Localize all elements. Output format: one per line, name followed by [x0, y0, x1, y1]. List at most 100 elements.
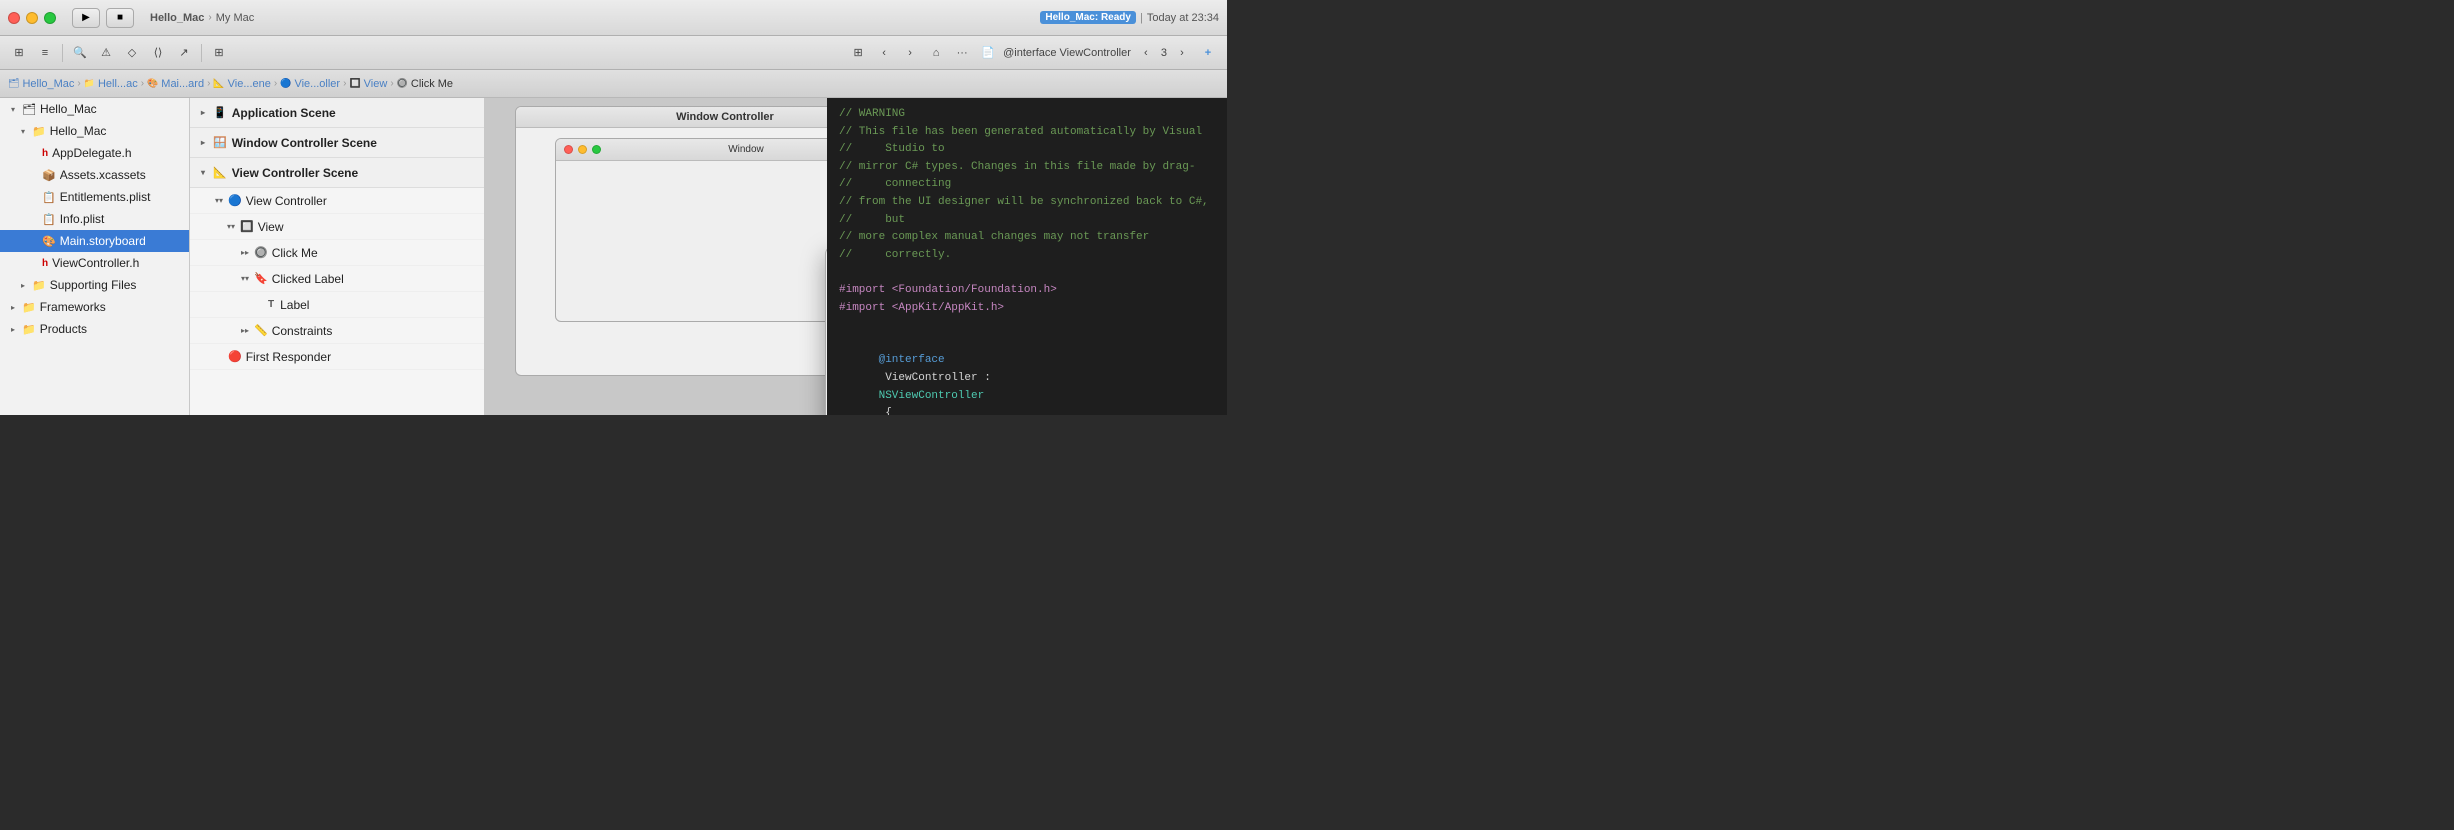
nav-prev-btn[interactable]: ‹ — [1135, 42, 1157, 64]
minimize-button[interactable] — [26, 12, 38, 24]
bc-label-0: Hello_Mac — [22, 78, 74, 90]
bc-clickme[interactable]: 🔘 Click Me — [397, 78, 453, 90]
bc-vieoller[interactable]: 🔵 Vie...oller — [280, 78, 340, 90]
maximize-button[interactable] — [44, 12, 56, 24]
scene-application[interactable]: 📱 Application Scene — [190, 98, 484, 128]
traffic-lights — [8, 12, 56, 24]
bc-maiard[interactable]: 🎨 Mai...ard — [147, 78, 204, 90]
code-line-5: // from the UI designer will be synchron… — [839, 194, 1215, 212]
supporting-files-icon: 📁 — [32, 279, 46, 292]
sidebar-item-frameworks[interactable]: 📁 Frameworks — [0, 296, 189, 318]
sidebar-item-viewcontroller-h[interactable]: h ViewController.h — [0, 252, 189, 274]
disclosure-products[interactable] — [8, 324, 18, 334]
folder-icon: 📁 — [32, 125, 46, 138]
add-btn[interactable]: + — [1197, 42, 1219, 64]
sidebar-item-hello-mac-root[interactable]: 🗂 Hello_Mac — [0, 98, 189, 120]
right-back-btn[interactable]: ‹ — [873, 42, 895, 64]
code-line-import-1: #import <Foundation/Foundation.h> — [839, 282, 1215, 300]
right-home-btn[interactable]: ⌂ — [925, 42, 947, 64]
sidebar-item-appdelegate-h[interactable]: h AppDelegate.h — [0, 142, 189, 164]
sidebar-item-assets[interactable]: 📦 Assets.xcassets — [0, 164, 189, 186]
vc-icon: 🔵 — [228, 194, 242, 207]
run-button[interactable]: ▶ — [72, 8, 100, 28]
sidebar-label-main-storyboard: Main.storyboard — [60, 234, 189, 248]
disclosure-hello-mac-root[interactable] — [8, 104, 18, 114]
sidebar-item-supporting-files[interactable]: 📁 Supporting Files — [0, 274, 189, 296]
code-line-7: // more complex manual changes may not t… — [839, 229, 1215, 247]
title-bar: ▶ ■ Hello_Mac › My Mac Hello_Mac: Ready … — [0, 0, 1227, 36]
disclosure-hello-mac-group[interactable] — [18, 126, 28, 136]
disclosure-app-scene[interactable] — [198, 108, 208, 118]
disc-vc[interactable]: ▾ — [214, 196, 224, 206]
toolbar: ⊞ ≡ 🔍 ⚠ ◇ ⟨⟩ ↗ ⊞ ⊞ ‹ › ⌂ ··· 📄 @interfac… — [0, 36, 1227, 70]
bc-icon-5: 🔲 — [349, 78, 360, 89]
nav-next-btn[interactable]: › — [1171, 42, 1193, 64]
right-dots-btn[interactable]: ··· — [951, 42, 973, 64]
sidebar-item-hello-mac-group[interactable]: 📁 Hello_Mac — [0, 120, 189, 142]
list-view-btn[interactable]: ≡ — [34, 42, 56, 64]
outline-view-controller[interactable]: ▾ 🔵 View Controller — [190, 188, 484, 214]
bc-hellac[interactable]: 📁 Hell...ac — [84, 78, 138, 90]
disc-constraints[interactable]: ▸ — [240, 326, 250, 336]
scene-view-controller[interactable]: 📐 View Controller Scene — [190, 158, 484, 188]
sidebar-item-entitlements[interactable]: 📋 Entitlements.plist — [0, 186, 189, 208]
sidebar-item-main-storyboard[interactable]: 🎨 Main.storyboard — [0, 230, 189, 252]
constraints-label: Constraints — [272, 324, 333, 338]
clicked-label-label: Clicked Label — [272, 272, 344, 286]
clickme-icon: 🔘 — [254, 246, 268, 259]
sidebar-item-products[interactable]: 📁 Products — [0, 318, 189, 340]
outline-click-me[interactable]: ▸ 🔘 Click Me — [190, 240, 484, 266]
disc-clickme[interactable]: ▸ — [240, 248, 250, 258]
code-keyword-interface: @interface — [879, 354, 945, 366]
disclosure-vc-scene[interactable] — [198, 168, 208, 178]
code-line-2: // Studio to — [839, 141, 1215, 159]
close-button[interactable] — [8, 12, 20, 24]
stop-button[interactable]: ■ — [106, 8, 134, 28]
bc-vieene[interactable]: 📐 Vie...ene — [213, 78, 270, 90]
clickme-label: Click Me — [272, 246, 318, 260]
breadcrumb-bar: 🗂 Hello_Mac › 📁 Hell...ac › 🎨 Mai...ard … — [0, 70, 1227, 98]
breadcrumb-arrow: › — [208, 12, 211, 23]
right-file-btn[interactable]: 📄 — [977, 42, 999, 64]
first-responder-label: First Responder — [246, 350, 331, 364]
project-icon: 🗂 — [22, 103, 36, 116]
sidebar-label-supporting-files: Supporting Files — [50, 278, 189, 292]
bc-label-5: View — [364, 78, 388, 90]
search-btn[interactable]: 🔍 — [69, 42, 91, 64]
bc-sep-2: › — [207, 78, 210, 89]
plist-icon-2: 📋 — [42, 213, 56, 226]
right-forward-btn[interactable]: › — [899, 42, 921, 64]
disc-view[interactable]: ▾ — [226, 222, 236, 232]
source-btn[interactable]: ⟨⟩ — [147, 42, 169, 64]
scene-window-controller[interactable]: 🪟 Window Controller Scene — [190, 128, 484, 158]
outline-view[interactable]: ▾ 🔲 View — [190, 214, 484, 240]
vc-scene-label: View Controller Scene — [232, 166, 359, 180]
disc-clickedlabel[interactable]: ▾ — [240, 274, 250, 284]
right-panel-grid-btn[interactable]: ⊞ — [847, 42, 869, 64]
disclosure-frameworks[interactable] — [8, 302, 18, 312]
canvas-area: Window Controller Window ➤ View Controll… — [485, 98, 827, 415]
bc-hello-mac[interactable]: 🗂 Hello_Mac — [8, 78, 74, 90]
code-line-import-2: #import <AppKit/AppKit.h> — [839, 300, 1215, 318]
outline-label[interactable]: T Label — [190, 292, 484, 318]
storyboard-outline: 📱 Application Scene 🪟 Window Controller … — [190, 98, 485, 415]
sidebar-label-products: Products — [40, 322, 189, 336]
bc-icon-2: 🎨 — [147, 78, 158, 89]
wc-canvas-title: Window Controller — [516, 107, 827, 128]
bc-view[interactable]: 🔲 View — [349, 78, 387, 90]
outline-clicked-label[interactable]: ▾ 🔖 Clicked Label — [190, 266, 484, 292]
toolbar-separator-1 — [62, 44, 63, 62]
sidebar-label-assets: Assets.xcassets — [60, 168, 189, 182]
sidebar-item-info-plist[interactable]: 📋 Info.plist — [0, 208, 189, 230]
outline-constraints[interactable]: ▸ 📏 Constraints — [190, 318, 484, 344]
nav-btn[interactable]: ↗ — [173, 42, 195, 64]
warning-btn[interactable]: ⚠ — [95, 42, 117, 64]
grid-view-btn[interactable]: ⊞ — [8, 42, 30, 64]
outline-first-responder[interactable]: 🔴 First Responder — [190, 344, 484, 370]
disclosure-wc-scene[interactable] — [198, 138, 208, 148]
sidebar-label-hello-mac-root: Hello_Mac — [40, 102, 189, 116]
bookmark-btn[interactable]: ◇ — [121, 42, 143, 64]
disclosure-supporting-files[interactable] — [18, 280, 28, 290]
grid-btn2[interactable]: ⊞ — [208, 42, 230, 64]
mini-title-bar: Window — [556, 139, 827, 161]
